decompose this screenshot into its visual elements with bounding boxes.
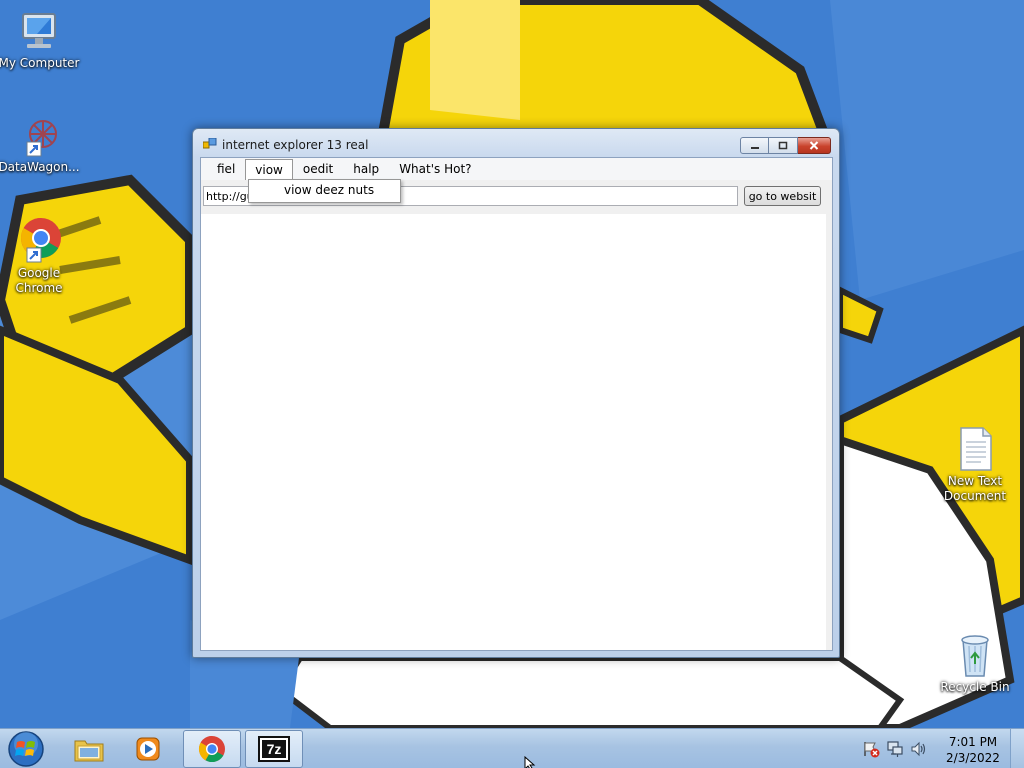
- windows-orb-icon: [8, 731, 44, 767]
- taskbar-button-google-chrome[interactable]: [183, 730, 241, 768]
- window-client-area: fiel viow oedit halp What's Hot? go to w…: [200, 157, 833, 651]
- desktop-icon-label: Google Chrome: [15, 266, 63, 295]
- chrome-icon: [21, 218, 61, 263]
- computer-icon: [22, 13, 56, 48]
- app-window: internet explorer 13 real fiel viow oedi…: [192, 128, 840, 658]
- mouse-cursor-icon: [524, 756, 536, 768]
- action-center-flag-icon[interactable]: [862, 740, 880, 758]
- maximize-button[interactable]: [769, 137, 798, 154]
- viow-dropdown-menu: viow deez nuts: [248, 179, 401, 203]
- menu-bar: fiel viow oedit halp What's Hot?: [201, 158, 832, 180]
- text-document-icon: [960, 427, 992, 471]
- app-icon: [203, 138, 217, 149]
- dropdown-item-viow-deez-nuts[interactable]: viow deez nuts: [284, 183, 374, 197]
- chrome-icon: [198, 735, 225, 763]
- close-button[interactable]: [798, 137, 831, 154]
- desktop-icon-label: My Computer: [0, 56, 80, 70]
- recycle-bin-icon: [961, 635, 989, 677]
- media-player-icon: [136, 737, 160, 761]
- clock-date: 2/3/2022: [946, 751, 1000, 765]
- desktop-icon-new-text-document[interactable]: New Text Document: [932, 426, 1018, 504]
- caption-buttons: [740, 137, 831, 154]
- volume-icon[interactable]: [910, 740, 928, 758]
- desktop-icon-recycle-bin[interactable]: Recycle Bin: [932, 632, 1018, 695]
- desktop-icon-google-chrome[interactable]: Google Chrome: [0, 216, 82, 296]
- menu-viow[interactable]: viow: [245, 158, 293, 180]
- taskbar: 7z 7:01 PM 2/3/2022: [0, 728, 1024, 768]
- taskbar-button-media-player[interactable]: [120, 730, 178, 768]
- 7zip-icon: 7z: [258, 736, 290, 762]
- go-to-website-button[interactable]: go to websit: [744, 186, 821, 206]
- taskbar-button-file-explorer[interactable]: [60, 730, 118, 768]
- close-icon: [809, 141, 819, 150]
- system-clock[interactable]: 7:01 PM 2/3/2022: [938, 734, 1008, 766]
- folder-icon: [74, 740, 104, 762]
- start-button[interactable]: [6, 730, 46, 768]
- clock-time: 7:01 PM: [948, 735, 998, 749]
- window-title: internet explorer 13 real: [222, 138, 369, 152]
- maximize-icon: [778, 141, 788, 150]
- minimize-button[interactable]: [740, 137, 769, 154]
- show-desktop-button[interactable]: [1010, 729, 1024, 768]
- title-bar[interactable]: internet explorer 13 real: [193, 129, 839, 159]
- desktop-icon-my-computer[interactable]: My Computer: [0, 10, 82, 71]
- datawagon-icon: [26, 120, 57, 157]
- system-tray: [862, 729, 928, 768]
- 7zip-icon-text: 7z: [267, 741, 282, 757]
- desktop-icon-datawagon[interactable]: DataWagon...: [0, 114, 82, 175]
- desktop-icon-label: Recycle Bin: [940, 680, 1010, 694]
- network-icon[interactable]: [886, 740, 904, 758]
- minimize-icon: [750, 146, 759, 149]
- desktop-icon-label: New Text Document: [943, 474, 1007, 503]
- menu-whats-hot[interactable]: What's Hot?: [389, 158, 481, 180]
- menu-halp[interactable]: halp: [343, 158, 389, 180]
- taskbar-button-7zip[interactable]: 7z: [245, 730, 303, 768]
- menu-fiel[interactable]: fiel: [207, 158, 245, 180]
- browser-content-area[interactable]: [201, 214, 826, 650]
- menu-oedit[interactable]: oedit: [293, 158, 343, 180]
- desktop-icon-label: DataWagon...: [0, 160, 80, 174]
